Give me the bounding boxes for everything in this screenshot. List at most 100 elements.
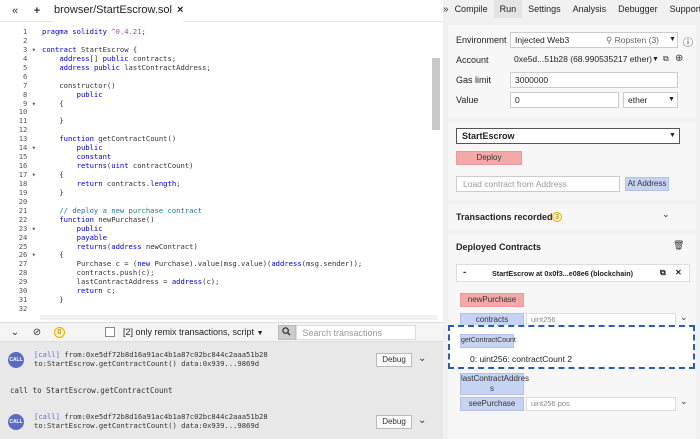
call-badge: CALL xyxy=(8,352,24,368)
transactions-recorded[interactable]: Transactions recorded: 3 ⌄ xyxy=(448,204,696,230)
unit-value: ether xyxy=(628,95,648,105)
line-number: 32 xyxy=(18,304,36,314)
code-line: return c; xyxy=(76,286,116,296)
tab-settings[interactable]: Settings xyxy=(522,0,567,18)
tab-compile[interactable]: Compile xyxy=(449,0,494,18)
collapse-terminal-icon[interactable]: ⌄ xyxy=(8,327,22,338)
tab-run[interactable]: Run xyxy=(493,0,523,18)
environment-label: Environment xyxy=(456,35,507,45)
terminal-output: CALL [call] from:0xe5df72b8d16a91ac4b1a8… xyxy=(0,342,443,439)
collapse-left-icon[interactable]: « xyxy=(8,4,22,18)
transactions-title: Transactions recorded: xyxy=(456,212,556,222)
terminal-message: call to StartEscrow.getContractCount xyxy=(10,386,173,395)
tab-support[interactable]: Support xyxy=(664,0,700,18)
chevron-down-icon[interactable]: ⌄ xyxy=(662,210,670,220)
filter-label: [2] only remix transactions, script xyxy=(123,327,255,337)
search-icon[interactable] xyxy=(277,324,296,340)
contract-section: StartEscrow ▼ Deploy Load contract from … xyxy=(448,122,696,200)
code-line: { xyxy=(42,98,64,108)
load-address-input[interactable]: Load contract from Address xyxy=(456,176,620,192)
seepurchase-button[interactable]: seePurchase xyxy=(460,397,524,411)
listen-network-checkbox[interactable] xyxy=(105,327,115,337)
call-tag: [call] xyxy=(34,350,60,359)
terminal-toolbar: ⌄ ⊘ 0 [2] only remix transactions, scrip… xyxy=(0,322,443,342)
contract-select[interactable]: StartEscrow ▼ xyxy=(456,128,680,144)
code-line: } xyxy=(42,295,64,305)
add-account-icon[interactable]: ⊕ xyxy=(675,53,683,64)
new-file-icon[interactable]: + xyxy=(30,4,44,18)
getcontractcount-button[interactable]: getContractCount xyxy=(460,334,516,348)
code-line: } xyxy=(42,116,64,126)
function-row: seePurchase uint256 pos ⌄ xyxy=(460,397,688,411)
run-panel: » Compile Run Settings Analysis Debugger… xyxy=(443,0,700,439)
deploy-button[interactable]: Deploy xyxy=(456,151,522,165)
code-line: return contracts.length; xyxy=(76,178,181,188)
chevron-down-icon[interactable]: ⌄ xyxy=(680,397,688,407)
value-input[interactable]: 0 xyxy=(510,92,619,108)
instance-title: StartEscrow at 0x0f3...e08e6 (blockchain… xyxy=(492,269,634,278)
transactions-count-badge: 3 xyxy=(552,212,562,222)
call-result: 0: uint256: contractCount 2 xyxy=(470,354,573,364)
call-to: to:StartEscrow.getContractCount() data:0… xyxy=(34,359,260,368)
environment-settings: Environment Injected Web3 ⚲ Ropsten (3) … xyxy=(448,25,696,117)
chevron-down-icon[interactable]: ▼ xyxy=(652,56,659,63)
trash-icon[interactable]: 🗑 xyxy=(673,240,684,251)
search-input[interactable]: Search transactions xyxy=(295,324,416,340)
contract-select-value: StartEscrow xyxy=(462,131,515,141)
environment-value: Injected Web3 xyxy=(515,35,570,45)
chevron-down-icon: ▼ xyxy=(668,96,675,103)
call-from: from:0xe5df72b8d16a91ac4b1a87c02bc844c2a… xyxy=(59,350,268,359)
expand-chevron-icon[interactable]: ⌄ xyxy=(418,415,426,426)
editor-pane: « + browser/StartEscrow.sol × 1 2 3 ▾ 4 5… xyxy=(0,0,443,439)
chevron-down-icon[interactable]: ⌄ xyxy=(680,313,688,323)
gas-limit-label: Gas limit xyxy=(456,75,492,85)
call-tag: [call] xyxy=(34,412,60,421)
seepurchase-param-input[interactable]: uint256 pos xyxy=(526,397,676,411)
tab-analysis[interactable]: Analysis xyxy=(567,0,613,18)
clear-console-icon[interactable]: ⊘ xyxy=(30,327,44,338)
search-box: Search transactions xyxy=(277,324,416,340)
copy-icon[interactable]: ⧉ xyxy=(660,268,666,278)
file-tab-bar: « + browser/StartEscrow.sol × xyxy=(0,0,443,22)
gas-limit-input[interactable]: 3000000 xyxy=(510,72,678,88)
transaction-filter-select[interactable]: [2] only remix transactions, script ▼ xyxy=(123,327,264,337)
chevron-down-icon: ▼ xyxy=(256,330,264,337)
environment-select[interactable]: Injected Web3 ⚲ Ropsten (3) ▼ xyxy=(510,32,678,48)
code-line: pragma solidity ^0.4.21; xyxy=(42,27,146,36)
expand-chevron-icon[interactable]: ⌄ xyxy=(418,353,426,364)
code-line: returns(address newContract) xyxy=(76,241,198,251)
newpurchase-button[interactable]: newPurchase xyxy=(460,293,524,307)
editor-hscrollbar[interactable] xyxy=(40,315,437,320)
code-line: address public lastContractAddress; xyxy=(59,62,211,72)
account-label: Account xyxy=(456,55,489,65)
debug-button[interactable]: Debug xyxy=(376,415,412,429)
copy-icon[interactable]: ⧉ xyxy=(663,54,669,64)
value-label: Value xyxy=(456,95,479,105)
file-tab[interactable]: browser/StartEscrow.sol × xyxy=(54,0,184,22)
code-content[interactable]: pragma solidity ^0.4.21; contract StartE… xyxy=(42,27,429,314)
code-line: public xyxy=(76,89,103,99)
getcontractcount-highlight: getContractCount 0: uint256: contractCou… xyxy=(448,325,695,369)
pending-count-badge: 0 xyxy=(54,326,65,338)
code-line: } xyxy=(42,187,64,197)
info-icon[interactable]: ⓘ xyxy=(683,34,693,49)
contract-instance-header[interactable]: - StartEscrow at 0x0f3...e08e6 (blockcha… xyxy=(456,264,690,282)
function-row: newPurchase xyxy=(460,293,684,307)
call-badge: CALL xyxy=(8,414,24,430)
tab-debugger[interactable]: Debugger xyxy=(612,0,664,18)
call-from: from:0xe5df72b8d16a91ac4b1a87c02bc844c2a… xyxy=(59,412,268,421)
collapse-instance-icon[interactable]: - xyxy=(463,267,466,278)
at-address-button[interactable]: At Address xyxy=(625,177,669,191)
close-icon[interactable]: ✕ xyxy=(675,268,682,277)
chevron-down-icon: ▼ xyxy=(669,36,676,43)
close-tab-icon[interactable]: × xyxy=(177,4,183,16)
code-editor[interactable]: 1 2 3 ▾ 4 5 6 7 8 9 ▾ 10 11 12 13 14 ▾ 15 1… xyxy=(0,22,443,320)
unit-select[interactable]: ether ▼ xyxy=(623,92,678,108)
editor-scrollbar[interactable] xyxy=(432,58,440,130)
account-value: 0xe5d...51b28 (68.990535217 ether) xyxy=(514,54,653,64)
lastcontractaddress-button[interactable]: lastContractAddres s xyxy=(460,373,529,395)
account-select[interactable]: 0xe5d...51b28 (68.990535217 ether) xyxy=(510,52,655,68)
debug-button[interactable]: Debug xyxy=(376,353,412,367)
